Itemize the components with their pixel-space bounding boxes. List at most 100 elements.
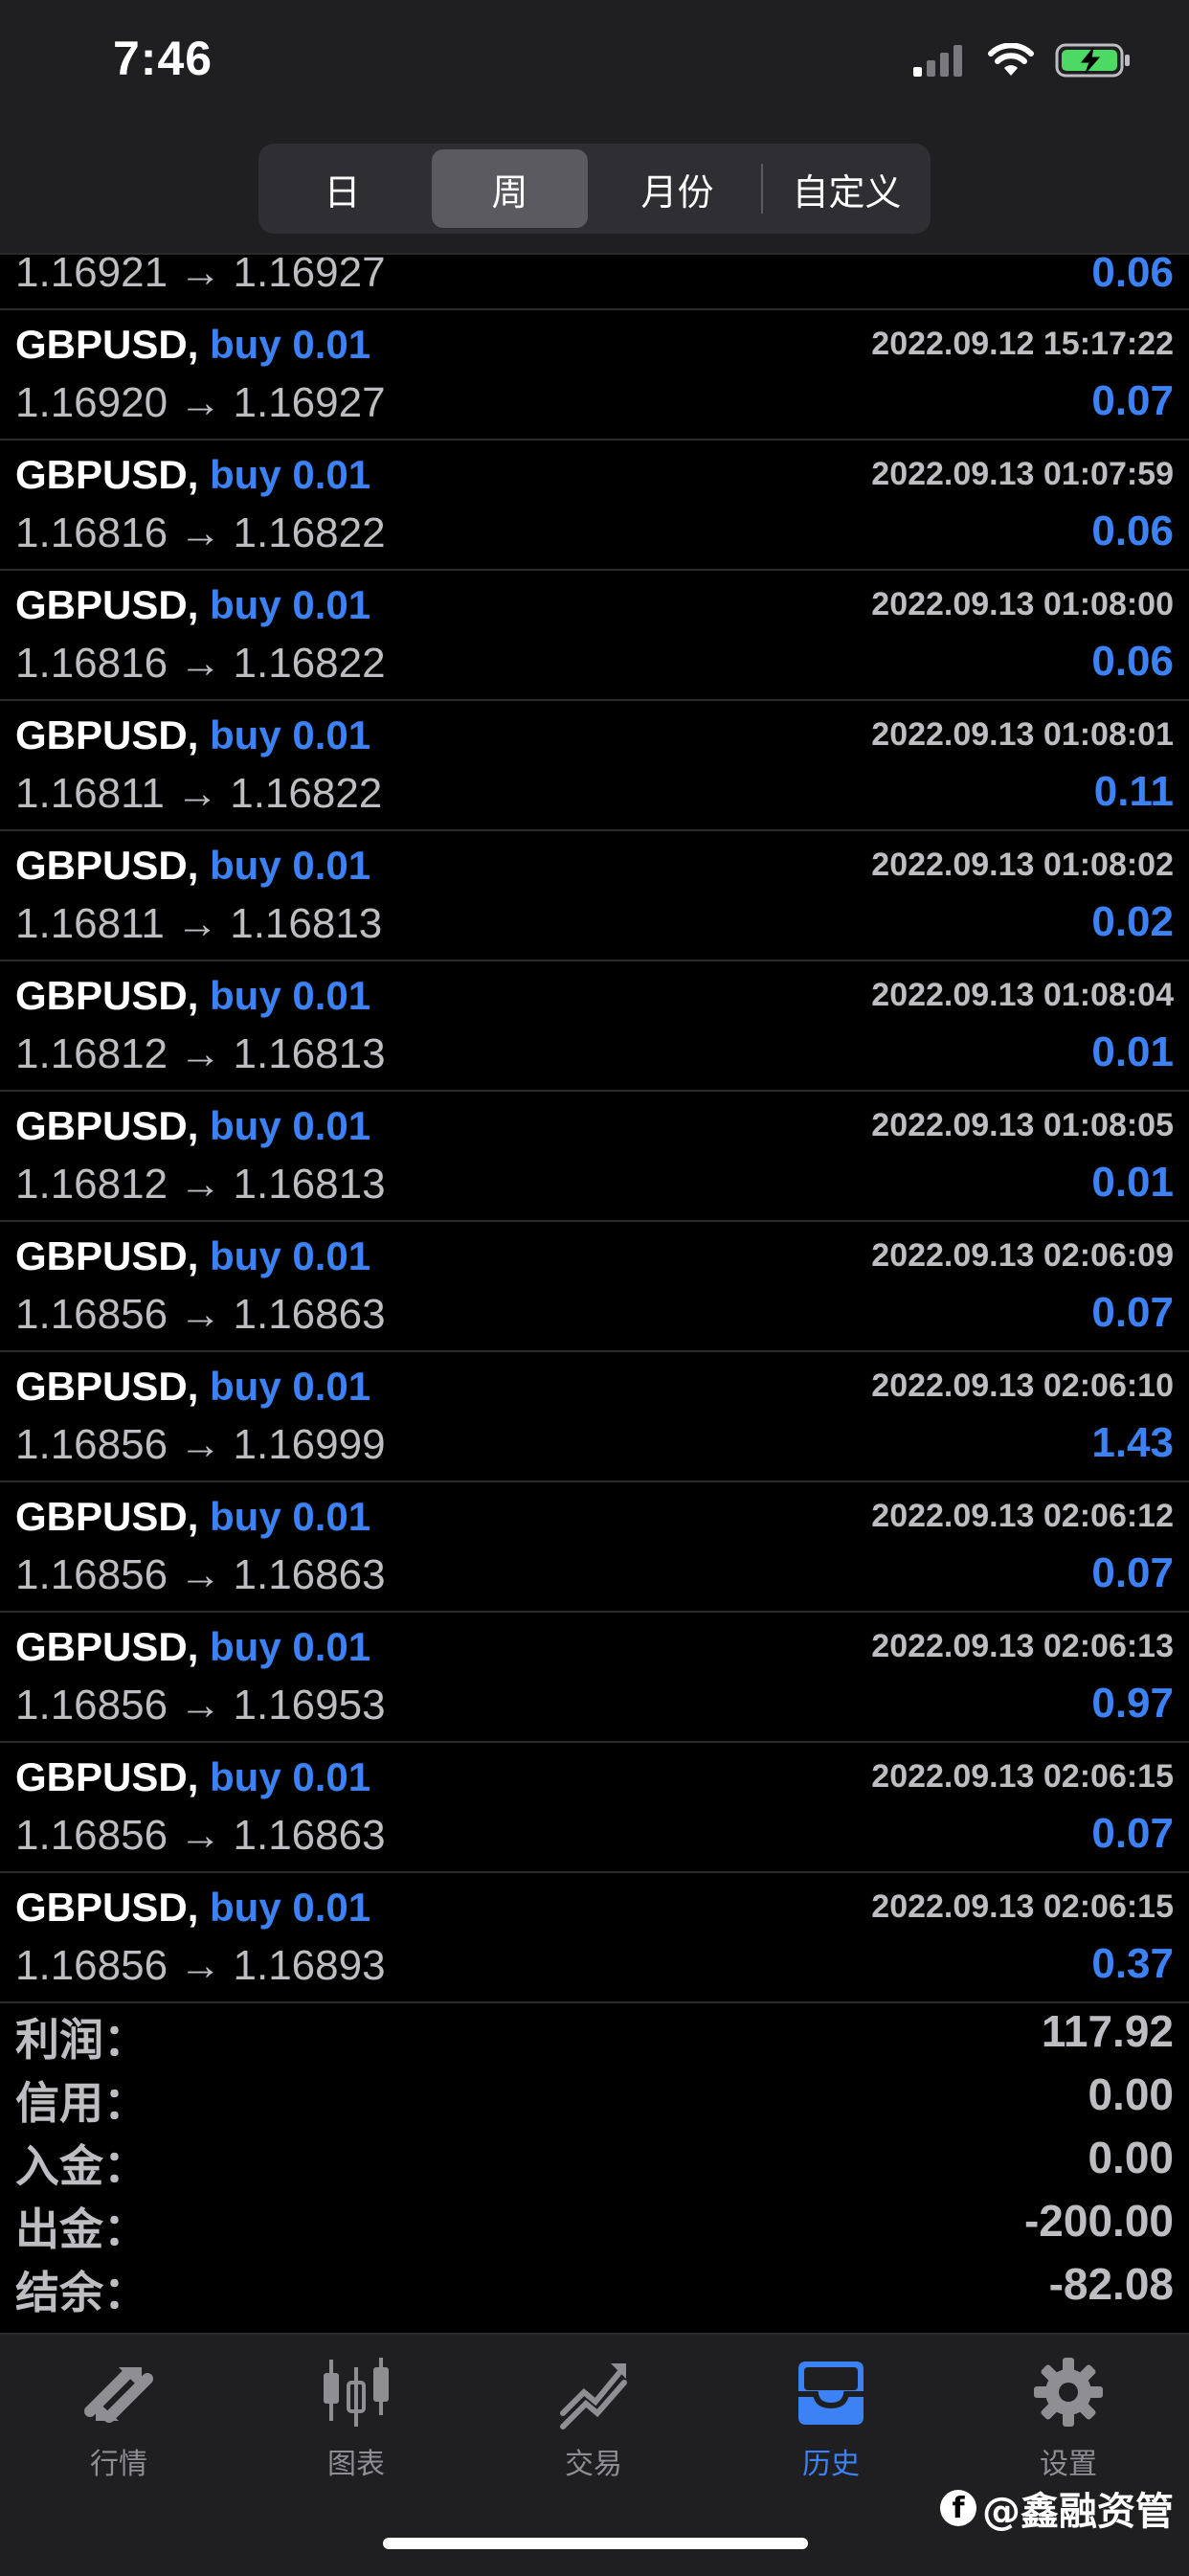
trade-prices: 1.16856 → 1.16893 xyxy=(15,1942,386,1989)
trade-symbol-line: GBPUSD, buy 0.01 xyxy=(15,973,370,1019)
trade-date: 2022.09.13 02:06:10 xyxy=(871,1367,1174,1404)
trade-symbol-line: GBPUSD, buy 0.01 xyxy=(15,1624,370,1670)
tab-settings[interactable]: 设置 xyxy=(950,2354,1187,2482)
trade-symbol: GBPUSD, xyxy=(15,712,199,757)
account-summary: 利润： 117.92 信用： 0.00 入金： 0.00 出金： -200.00 结余： -82.… xyxy=(0,2001,1189,2318)
trade-symbol: GBPUSD, xyxy=(15,1754,199,1799)
tab-label: 历史 xyxy=(802,2448,860,2481)
table-row[interactable]: GBPUSD, buy 0.01 2022.09.13 02:06:09 1.168… xyxy=(0,1222,1189,1352)
trade-prices: 1.16921 → 1.16927 xyxy=(15,249,386,296)
table-row[interactable]: GBPUSD, buy 0.01 2022.09.13 01:07:59 1.168… xyxy=(0,441,1189,571)
trade-symbol-line: GBPUSD, buy 0.01 xyxy=(15,1754,370,1800)
trade-symbol: GBPUSD, xyxy=(15,1364,199,1409)
watermark: f @鑫融资管 xyxy=(940,2480,1174,2536)
wifi-icon xyxy=(988,43,1034,76)
trade-prices: 1.16856 → 1.16953 xyxy=(15,1682,386,1729)
summary-label: 利润： xyxy=(15,2014,147,2066)
summary-value: 0.00 xyxy=(1088,2133,1174,2182)
table-row[interactable]: GBPUSD, buy 0.01 2022.09.12 15:17:22 1.169… xyxy=(0,310,1189,441)
summary-value: 117.92 xyxy=(1041,2006,1174,2056)
trade-profit: 0.07 xyxy=(1091,1549,1174,1596)
table-row[interactable]: GBPUSD, buy 0.01 2022.09.13 02:06:15 1.168… xyxy=(0,1743,1189,1873)
trade-type: buy 0.01 xyxy=(210,452,371,497)
trade-profit: 0.97 xyxy=(1091,1680,1174,1727)
table-row[interactable]: GBPUSD, buy 0.01 2022.09.13 01:08:02 1.168… xyxy=(0,831,1189,961)
trade-date: 2022.09.13 02:06:15 xyxy=(871,1758,1174,1795)
trade-type: buy 0.01 xyxy=(210,843,371,888)
summary-value: 0.00 xyxy=(1088,2069,1174,2119)
tab-label: 交易 xyxy=(565,2448,622,2481)
summary-row: 出金： -200.00 xyxy=(0,2191,1189,2255)
trade-prices: 1.16811 → 1.16822 xyxy=(15,770,383,817)
table-row[interactable]: GBPUSD, buy 0.01 2022.09.13 01:08:05 1.168… xyxy=(0,1092,1189,1222)
table-row[interactable]: GBPUSD, buy 0.01 2022.09.13 02:06:10 1.168… xyxy=(0,1352,1189,1482)
trade-symbol: GBPUSD, xyxy=(15,1103,199,1148)
trade-profit: 0.06 xyxy=(1091,508,1174,554)
trade-type: buy 0.01 xyxy=(210,973,371,1018)
summary-row: 结余： -82.08 xyxy=(0,2254,1189,2318)
table-row[interactable]: GBPUSD, buy 0.01 2022.09.13 02:06:12 1.168… xyxy=(0,1482,1189,1613)
table-row[interactable]: GBPUSD, buy 0.01 2022.09.13 01:08:04 1.168… xyxy=(0,961,1189,1092)
trade-prices: 1.16816 → 1.16822 xyxy=(15,509,386,556)
trade-date: 2022.09.13 02:06:12 xyxy=(871,1498,1174,1534)
table-row[interactable]: 1.16921 → 1.16927 0.06 xyxy=(0,249,1189,310)
trade-type: buy 0.01 xyxy=(210,1233,371,1278)
tab-label: 设置 xyxy=(1040,2448,1097,2481)
tab-label: 行情 xyxy=(90,2448,147,2481)
trade-symbol-line: GBPUSD, buy 0.01 xyxy=(15,843,370,889)
trade-date: 2022.09.13 01:08:01 xyxy=(871,716,1174,753)
trade-symbol-line: GBPUSD, buy 0.01 xyxy=(15,1885,370,1931)
trade-date: 2022.09.13 01:08:05 xyxy=(871,1107,1174,1143)
trade-date: 2022.09.13 01:08:00 xyxy=(871,586,1174,622)
segment-custom[interactable]: 自定义 xyxy=(769,149,925,228)
trade-type: buy 0.01 xyxy=(210,1754,371,1799)
trade-type: buy 0.01 xyxy=(210,712,371,757)
summary-label: 结余： xyxy=(15,2267,147,2318)
table-row[interactable]: GBPUSD, buy 0.01 2022.09.13 02:06:13 1.168… xyxy=(0,1613,1189,1743)
trade-type: buy 0.01 xyxy=(210,1364,371,1409)
trade-type: buy 0.01 xyxy=(210,1624,371,1669)
segment-week[interactable]: 周 xyxy=(432,149,588,228)
trade-symbol-line: GBPUSD, buy 0.01 xyxy=(15,1103,370,1149)
trade-date: 2022.09.12 15:17:22 xyxy=(871,326,1174,362)
summary-row: 入金： 0.00 xyxy=(0,2128,1189,2192)
candlestick-chart-icon xyxy=(324,2358,389,2427)
status-time: 7:46 xyxy=(113,32,213,85)
trade-symbol-line: GBPUSD, buy 0.01 xyxy=(15,582,370,628)
tab-charts[interactable]: 图表 xyxy=(237,2354,475,2482)
home-indicator xyxy=(383,2538,808,2549)
trade-type: buy 0.01 xyxy=(210,1494,371,1539)
trade-profit: 0.07 xyxy=(1091,1810,1174,1857)
table-row[interactable]: GBPUSD, buy 0.01 2022.09.13 02:06:15 1.168… xyxy=(0,1873,1189,2003)
segment-day[interactable]: 日 xyxy=(264,149,420,228)
trade-prices: 1.16812 → 1.16813 xyxy=(15,1030,386,1077)
summary-value: -200.00 xyxy=(1023,2196,1174,2246)
facebook-logo-icon: f xyxy=(940,2490,976,2526)
gear-icon xyxy=(1034,2358,1103,2427)
status-icons xyxy=(913,42,1132,79)
trade-history-list[interactable]: 1.16921 → 1.16927 0.06 GBPUSD, buy 0.01 2… xyxy=(0,249,1189,2003)
trade-profit: 1.43 xyxy=(1091,1419,1174,1466)
tab-history[interactable]: 历史 xyxy=(712,2354,950,2482)
battery-charging-icon xyxy=(1055,43,1130,78)
trade-profit: 0.01 xyxy=(1091,1028,1174,1075)
trade-date: 2022.09.13 01:07:59 xyxy=(871,456,1174,492)
trade-type: buy 0.01 xyxy=(210,322,371,367)
segment-month[interactable]: 月份 xyxy=(599,149,755,228)
trade-date: 2022.09.13 01:08:02 xyxy=(871,847,1174,883)
trade-prices: 1.16856 → 1.16863 xyxy=(15,1291,386,1338)
summary-row: 利润： 117.92 xyxy=(0,2001,1189,2066)
trade-profit: 0.01 xyxy=(1091,1159,1174,1206)
table-row[interactable]: GBPUSD, buy 0.01 2022.09.13 01:08:01 1.168… xyxy=(0,701,1189,831)
trade-symbol: GBPUSD, xyxy=(15,1624,199,1669)
trade-profit: 0.37 xyxy=(1091,1940,1174,1987)
tab-quotes[interactable]: 行情 xyxy=(0,2354,237,2482)
watermark-text: @鑫融资管 xyxy=(982,2490,1174,2534)
trade-profit: 0.06 xyxy=(1091,249,1174,296)
trade-prices: 1.16856 → 1.16863 xyxy=(15,1812,386,1859)
tab-trade[interactable]: 交易 xyxy=(475,2354,712,2482)
table-row[interactable]: GBPUSD, buy 0.01 2022.09.13 01:08:00 1.168… xyxy=(0,571,1189,701)
trade-type: buy 0.01 xyxy=(210,1103,371,1148)
summary-row: 信用： 0.00 xyxy=(0,2065,1189,2129)
trade-symbol-line: GBPUSD, buy 0.01 xyxy=(15,1233,370,1279)
